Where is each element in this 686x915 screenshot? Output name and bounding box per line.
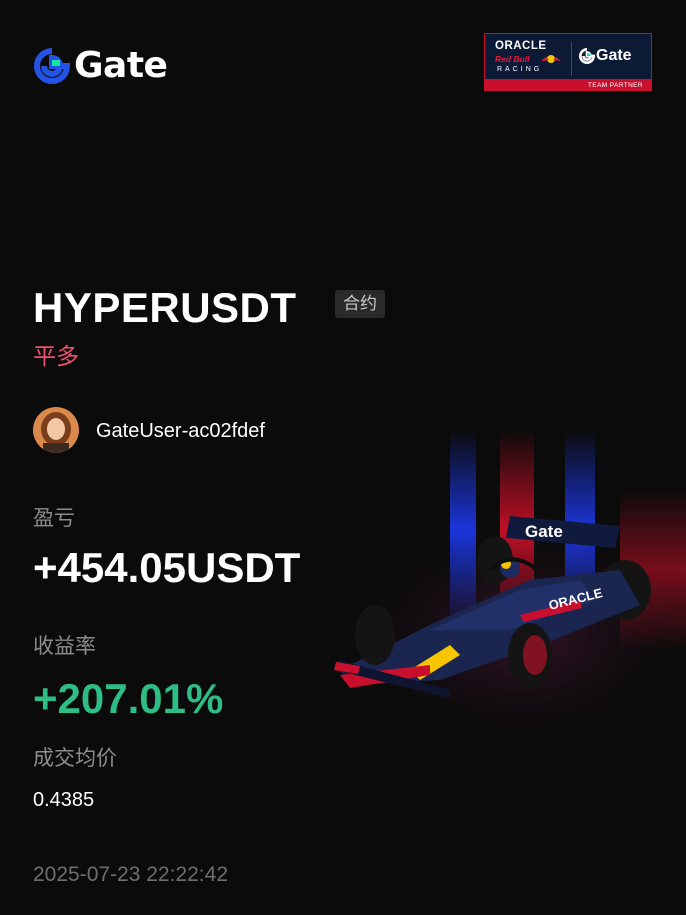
user-avatar <box>33 407 79 453</box>
partner-gate-text: Gate <box>596 47 632 64</box>
avg-price-label: 成交均价 <box>33 747 117 770</box>
partner-gate-logo: Gate <box>579 47 632 65</box>
trading-pair: HYPERUSDT <box>33 284 297 331</box>
redbull-bull-icon <box>541 55 561 63</box>
contract-badge: 合约 <box>335 290 385 318</box>
username: GateUser-ac02fdef <box>96 420 265 442</box>
gate-logo: Gate <box>34 45 168 86</box>
roi-value: +207.01% <box>33 675 224 722</box>
gate-logo-icon <box>34 48 70 84</box>
pnl-value: +454.05USDT <box>33 544 301 591</box>
avg-price-value: 0.4385 <box>33 789 95 811</box>
roi-label: 收益率 <box>33 635 96 658</box>
racing-label: RACING <box>497 66 543 73</box>
partner-divider <box>571 42 572 76</box>
timestamp: 2025-07-23 22:22:42 <box>33 863 228 886</box>
team-partner-label: TEAM PARTNER <box>587 82 643 89</box>
oracle-label: ORACLE <box>495 40 547 52</box>
pnl-label: 盈亏 <box>33 507 75 530</box>
partner-badge: ORACLE Red Bull RACING Gate TEAM PARTNER <box>484 33 652 91</box>
svg-text:Gate: Gate <box>525 522 563 541</box>
red-bull-f1-car-illustration: Gate ORACLE <box>320 430 686 730</box>
redbull-label: Red Bull <box>495 54 530 64</box>
gate-logo-icon <box>579 48 595 64</box>
gate-logo-text: Gate <box>74 45 168 86</box>
position-side: 平多 <box>33 343 79 369</box>
